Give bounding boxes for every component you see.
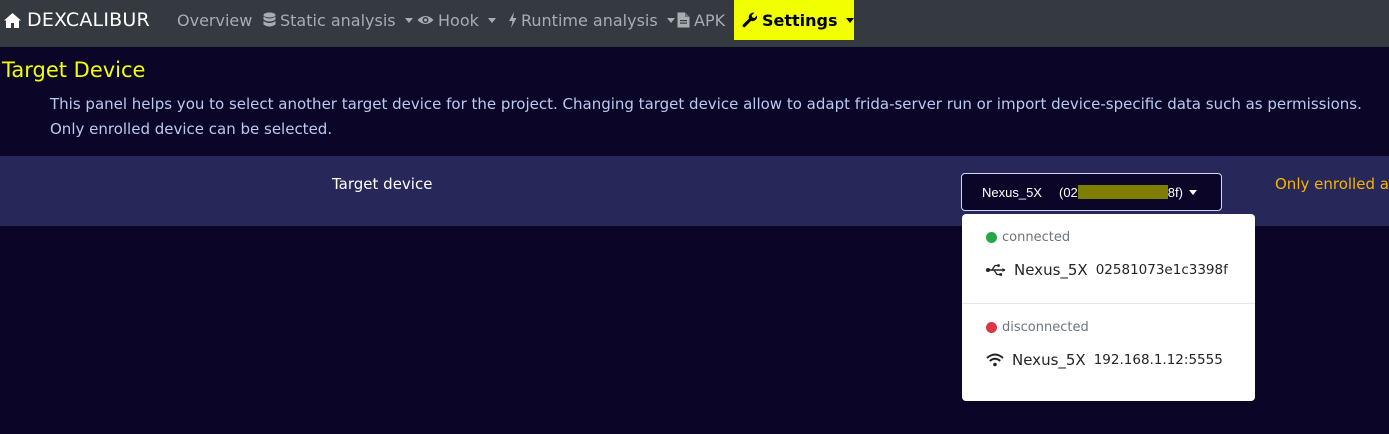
selected-device-name: Nexus_5X (982, 184, 1042, 200)
bolt-icon (508, 12, 517, 28)
top-navbar: DEXCALIBUR Overview Static analysis Hook (0, 0, 1389, 47)
nav-runtime-analysis-label: Runtime analysis (521, 10, 658, 30)
device-option-id: 02581073e1c3398f (1095, 262, 1228, 278)
brand-link[interactable]: DEXCALIBUR (3, 0, 150, 40)
group-status-label: connected (1002, 230, 1071, 245)
device-option-id: 192.168.1.12:5555 (1093, 352, 1223, 368)
dropdown-divider (962, 303, 1255, 304)
chevron-down-icon (1188, 189, 1197, 195)
nav-overview-label: Overview (177, 10, 253, 30)
status-dot-disconnected (986, 322, 997, 333)
page-title: Target Device (2, 58, 146, 82)
nav-hook-label: Hook (438, 10, 479, 30)
group-header-disconnected: disconnected (986, 320, 1089, 335)
status-dot-connected (986, 232, 997, 243)
nav-runtime-analysis[interactable]: Runtime analysis (508, 0, 675, 40)
device-option-usb[interactable]: Nexus_5X 02581073e1c3398f (986, 261, 1228, 279)
target-device-dropdown-button[interactable]: Nexus_5X (02 8f) (961, 173, 1222, 211)
usb-icon (986, 264, 1006, 276)
nav-static-analysis[interactable]: Static analysis (263, 0, 413, 40)
eye-icon (417, 14, 434, 26)
wifi-icon (986, 353, 1004, 367)
device-option-name: Nexus_5X (1014, 261, 1088, 279)
device-option-name: Nexus_5X (1012, 351, 1086, 369)
group-header-connected: connected (986, 230, 1070, 245)
nav-hook[interactable]: Hook (417, 0, 496, 40)
nav-static-analysis-label: Static analysis (280, 10, 396, 30)
nav-settings-label: Settings (762, 10, 838, 30)
chevron-down-icon (487, 17, 496, 23)
nav-apk[interactable]: APK (677, 0, 725, 40)
nav-settings[interactable]: Settings (734, 0, 854, 40)
selected-device-id-prefix: (02 (1058, 184, 1078, 200)
target-device-help-text: Only enrolled an (1275, 175, 1389, 193)
chevron-down-icon (845, 17, 854, 23)
database-icon (263, 12, 276, 28)
chevron-down-icon (666, 17, 675, 23)
nav-apk-label: APK (694, 10, 726, 30)
device-option-wifi[interactable]: Nexus_5X 192.168.1.12:5555 (986, 351, 1223, 369)
group-status-label: disconnected (1002, 320, 1089, 335)
wrench-icon (742, 12, 758, 28)
nav-overview[interactable]: Overview (177, 0, 252, 40)
home-icon (3, 12, 22, 29)
file-icon (677, 12, 690, 28)
brand-label: DEXCALIBUR (27, 9, 150, 31)
selected-device-id-suffix: 8f) (1167, 184, 1183, 200)
redacted-block (1077, 185, 1168, 199)
page-description: This panel helps you to select another t… (50, 95, 1362, 138)
target-device-dropdown-menu: connected Nexus_5X 02581073e1c3398f disc… (962, 214, 1255, 401)
chevron-down-icon (404, 17, 413, 23)
target-device-label: Target device (332, 175, 433, 193)
